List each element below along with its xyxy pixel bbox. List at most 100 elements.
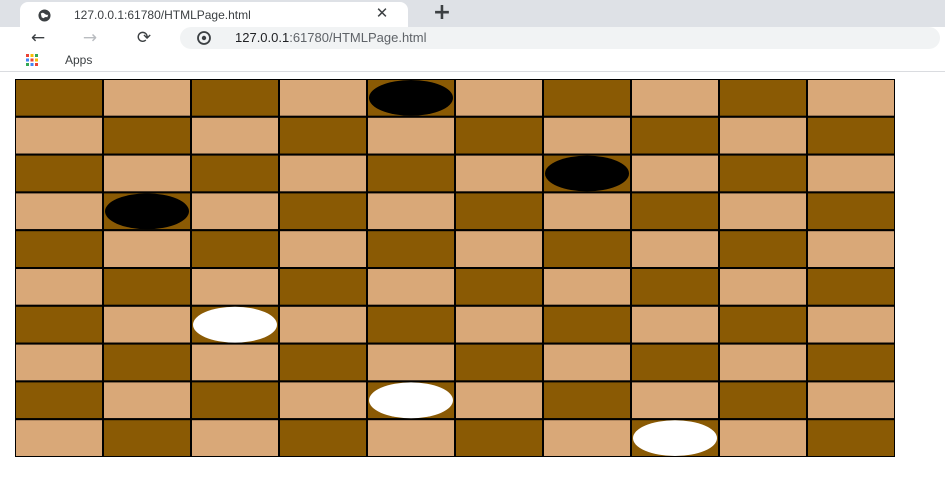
board-square[interactable] bbox=[190, 342, 280, 383]
address-bar[interactable]: 127.0.0.1:61780/HTMLPage.html bbox=[180, 27, 940, 49]
board-square[interactable] bbox=[366, 191, 456, 232]
board-square[interactable] bbox=[278, 418, 368, 457]
board-square[interactable] bbox=[102, 79, 192, 118]
board-square[interactable] bbox=[454, 342, 544, 383]
black-piece[interactable] bbox=[369, 80, 453, 116]
board-square[interactable] bbox=[15, 304, 104, 345]
board-square[interactable] bbox=[278, 380, 368, 421]
back-arrow-icon[interactable]: ← bbox=[27, 27, 49, 49]
board-square[interactable] bbox=[190, 191, 280, 232]
board-square[interactable] bbox=[366, 115, 456, 156]
board-square[interactable] bbox=[718, 342, 808, 383]
board-square[interactable] bbox=[454, 267, 544, 307]
board-square[interactable] bbox=[630, 342, 720, 383]
board-square[interactable] bbox=[630, 267, 720, 307]
board-square[interactable] bbox=[454, 418, 544, 457]
apps-grid-icon[interactable] bbox=[26, 54, 38, 66]
board-square[interactable] bbox=[190, 267, 280, 307]
board-square[interactable] bbox=[454, 380, 544, 421]
board-square[interactable] bbox=[718, 380, 808, 421]
board-square[interactable] bbox=[806, 342, 895, 383]
board-square[interactable] bbox=[102, 115, 192, 156]
board-square[interactable] bbox=[806, 115, 895, 156]
plus-icon[interactable]: + bbox=[430, 1, 454, 25]
board-square[interactable] bbox=[630, 191, 720, 232]
board-square[interactable] bbox=[278, 153, 368, 194]
board-square[interactable] bbox=[15, 267, 104, 307]
board-square[interactable] bbox=[278, 229, 368, 269]
board-square[interactable] bbox=[102, 153, 192, 194]
board-square[interactable] bbox=[278, 115, 368, 156]
board-square[interactable] bbox=[366, 229, 456, 269]
board-square[interactable] bbox=[542, 115, 632, 156]
board-square[interactable] bbox=[366, 342, 456, 383]
board-square[interactable] bbox=[806, 229, 895, 269]
board-square[interactable] bbox=[190, 380, 280, 421]
url-text[interactable]: 127.0.0.1:61780/HTMLPage.html bbox=[235, 30, 427, 45]
board-square[interactable] bbox=[542, 267, 632, 307]
board-square[interactable] bbox=[718, 418, 808, 457]
board-square[interactable] bbox=[190, 153, 280, 194]
board-square[interactable] bbox=[102, 342, 192, 383]
black-piece[interactable] bbox=[545, 155, 629, 192]
board-square[interactable] bbox=[806, 79, 895, 118]
board-canvas[interactable] bbox=[15, 79, 895, 457]
board-square[interactable] bbox=[718, 229, 808, 269]
board-square[interactable] bbox=[630, 304, 720, 345]
board-square[interactable] bbox=[806, 267, 895, 307]
board-square[interactable] bbox=[102, 304, 192, 345]
forward-arrow-icon[interactable]: → bbox=[79, 27, 101, 49]
board-square[interactable] bbox=[102, 418, 192, 457]
board-square[interactable] bbox=[806, 380, 895, 421]
board-square[interactable] bbox=[806, 418, 895, 457]
board-square[interactable] bbox=[630, 380, 720, 421]
board-square[interactable] bbox=[718, 153, 808, 194]
board-square[interactable] bbox=[15, 79, 104, 118]
board-square[interactable] bbox=[15, 342, 104, 383]
black-piece[interactable] bbox=[105, 193, 189, 230]
board-square[interactable] bbox=[806, 191, 895, 232]
board-square[interactable] bbox=[542, 191, 632, 232]
board-square[interactable] bbox=[718, 79, 808, 118]
board-square[interactable] bbox=[278, 191, 368, 232]
board-square[interactable] bbox=[806, 304, 895, 345]
board-square[interactable] bbox=[15, 153, 104, 194]
board-square[interactable] bbox=[542, 418, 632, 457]
board-square[interactable] bbox=[366, 304, 456, 345]
board-square[interactable] bbox=[630, 79, 720, 118]
browser-tab[interactable]: 127.0.0.1:61780/HTMLPage.html ✕ bbox=[20, 2, 408, 27]
board-square[interactable] bbox=[190, 418, 280, 457]
board-square[interactable] bbox=[542, 229, 632, 269]
white-piece[interactable] bbox=[193, 306, 277, 343]
board-square[interactable] bbox=[278, 304, 368, 345]
bookmark-apps-label[interactable]: Apps bbox=[65, 53, 92, 67]
board-square[interactable] bbox=[15, 418, 104, 457]
white-piece[interactable] bbox=[633, 420, 717, 456]
board-square[interactable] bbox=[15, 115, 104, 156]
board-square[interactable] bbox=[542, 380, 632, 421]
board-square[interactable] bbox=[454, 115, 544, 156]
board-square[interactable] bbox=[718, 115, 808, 156]
board-square[interactable] bbox=[190, 115, 280, 156]
board-square[interactable] bbox=[15, 191, 104, 232]
board-square[interactable] bbox=[630, 115, 720, 156]
board-square[interactable] bbox=[542, 79, 632, 118]
board-square[interactable] bbox=[454, 153, 544, 194]
board-square[interactable] bbox=[806, 153, 895, 194]
board-square[interactable] bbox=[630, 229, 720, 269]
board-square[interactable] bbox=[102, 380, 192, 421]
board-square[interactable] bbox=[718, 267, 808, 307]
board-square[interactable] bbox=[278, 267, 368, 307]
board-square[interactable] bbox=[718, 191, 808, 232]
board-square[interactable] bbox=[454, 229, 544, 269]
reload-icon[interactable]: ⟳ bbox=[133, 27, 155, 49]
board-square[interactable] bbox=[278, 342, 368, 383]
board-square[interactable] bbox=[190, 229, 280, 269]
board-square[interactable] bbox=[15, 380, 104, 421]
board-square[interactable] bbox=[102, 267, 192, 307]
board-square[interactable] bbox=[366, 153, 456, 194]
board-square[interactable] bbox=[278, 79, 368, 118]
board-square[interactable] bbox=[542, 342, 632, 383]
info-icon[interactable] bbox=[197, 31, 211, 45]
board-square[interactable] bbox=[366, 418, 456, 457]
